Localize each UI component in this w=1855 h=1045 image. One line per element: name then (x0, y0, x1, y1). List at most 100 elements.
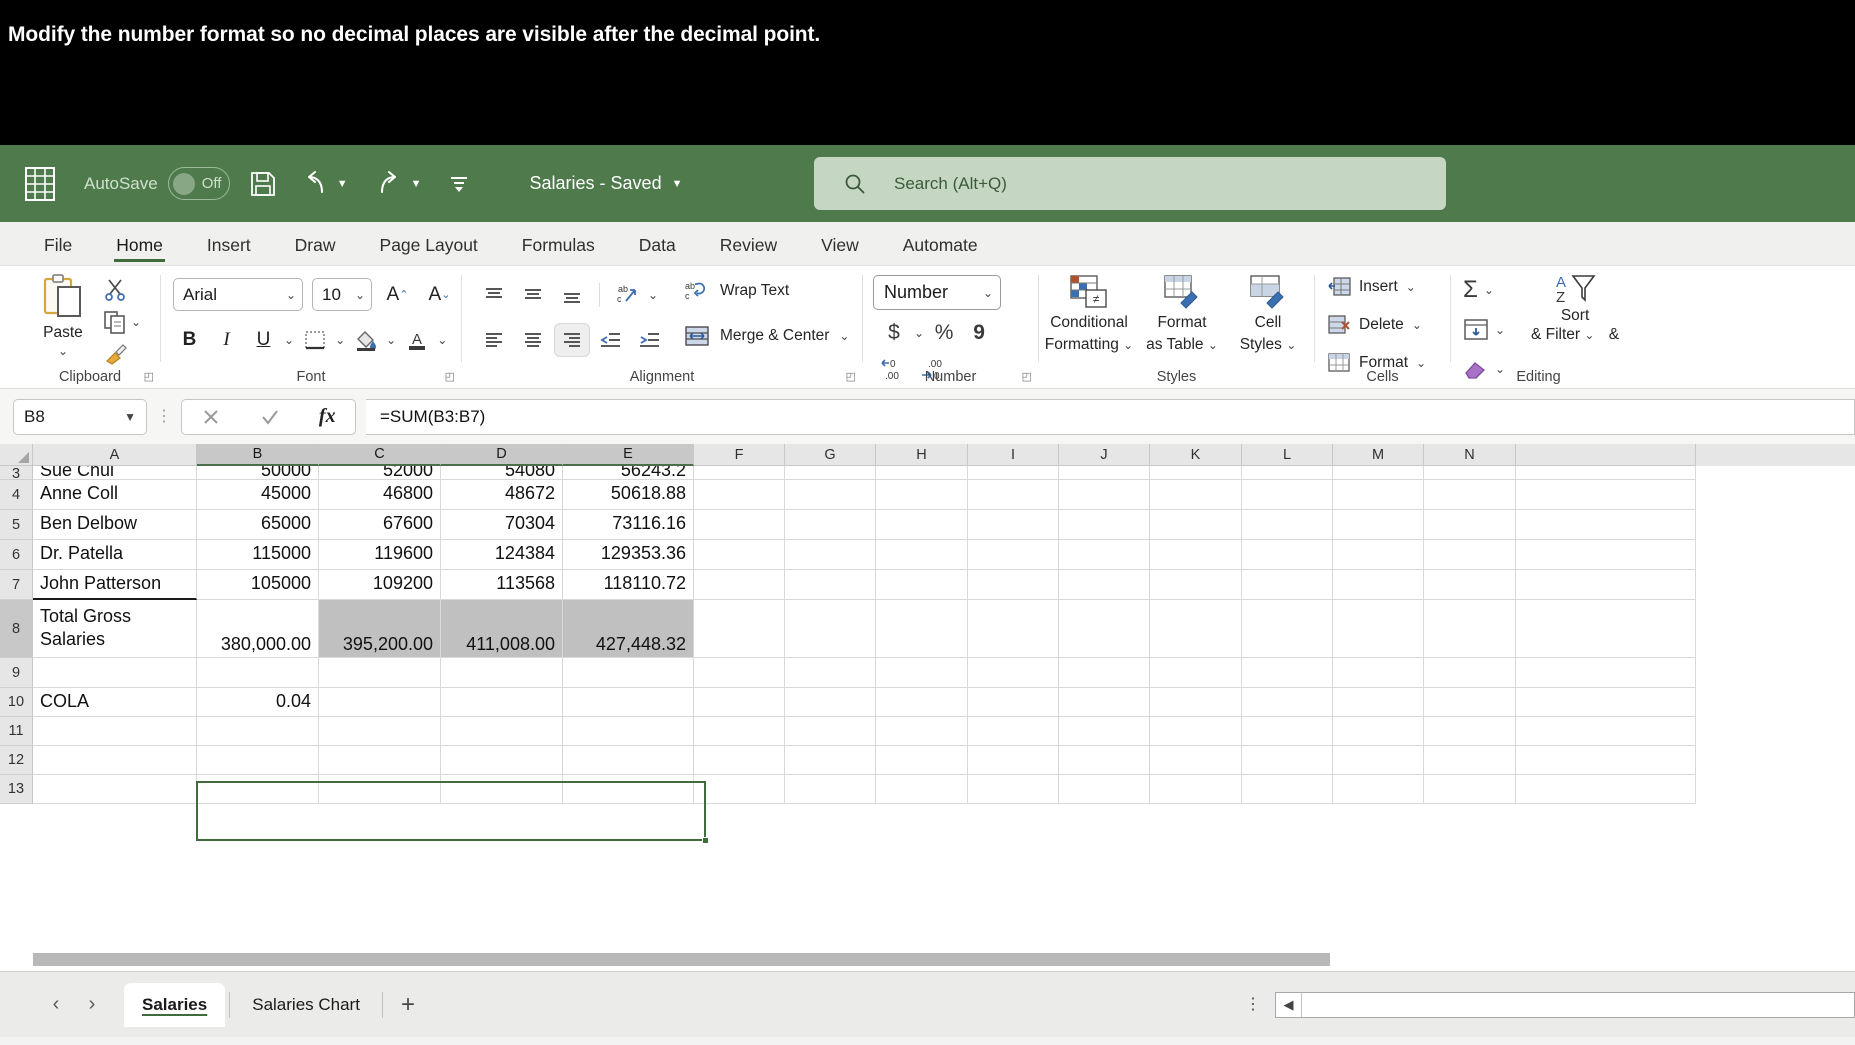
number-dialog-launcher-icon[interactable]: ◰ (1022, 370, 1032, 383)
cell-k12[interactable] (1150, 746, 1242, 775)
cell-d8[interactable]: 411,008.00 (441, 600, 563, 658)
cell-i5[interactable] (968, 510, 1059, 540)
paste-button[interactable]: Paste ⌄ (24, 274, 102, 358)
cell-d6[interactable]: 124384 (441, 540, 563, 570)
document-title[interactable]: Salaries - Saved ▼ (530, 173, 683, 194)
fill-button[interactable]: ⌄ (1463, 318, 1505, 342)
sheet-options-icon[interactable]: ⋮ (1231, 997, 1275, 1013)
cell-g11[interactable] (785, 717, 876, 746)
comma-format-button[interactable]: 9 (964, 318, 994, 348)
cell-d9[interactable] (441, 658, 563, 688)
cell-i10[interactable] (968, 688, 1059, 717)
name-box[interactable]: B8 ▼ (13, 398, 147, 435)
cell-l7[interactable] (1242, 570, 1333, 600)
align-right-icon[interactable] (554, 323, 590, 357)
name-box-dropdown-icon[interactable]: ▼ (124, 410, 136, 424)
undo-icon[interactable] (302, 170, 328, 197)
column-header-c[interactable]: C (319, 444, 441, 466)
borders-icon[interactable] (298, 323, 331, 356)
cell-g8[interactable] (785, 600, 876, 658)
cell-a9[interactable] (33, 658, 197, 688)
enter-icon[interactable] (260, 407, 280, 427)
row-header-9[interactable]: 9 (0, 658, 33, 688)
cell-b9[interactable] (197, 658, 319, 688)
orientation-dropdown-icon[interactable]: ⌄ (648, 288, 658, 302)
cell-j6[interactable] (1059, 540, 1150, 570)
row-header-10[interactable]: 10 (0, 688, 33, 717)
cell-f5[interactable] (694, 510, 785, 540)
cell-g10[interactable] (785, 688, 876, 717)
cell-f8[interactable] (694, 600, 785, 658)
cell-o4[interactable] (1516, 480, 1696, 510)
column-header-m[interactable]: M (1333, 444, 1424, 466)
column-header-e[interactable]: E (563, 444, 694, 466)
add-sheet-button[interactable]: + (387, 991, 429, 1019)
cell-m3[interactable] (1333, 466, 1424, 480)
cell-h8[interactable] (876, 600, 968, 658)
fill-handle[interactable] (702, 837, 709, 844)
tab-page-layout[interactable]: Page Layout (358, 235, 500, 265)
cell-d12[interactable] (441, 746, 563, 775)
cell-j11[interactable] (1059, 717, 1150, 746)
sort-filter-dropdown-icon[interactable]: ⌄ (1584, 328, 1594, 342)
cell-e7[interactable]: 118110.72 (563, 570, 694, 600)
cell-h11[interactable] (876, 717, 968, 746)
cancel-icon[interactable] (201, 407, 221, 427)
cell-f7[interactable] (694, 570, 785, 600)
increase-indent-icon[interactable] (632, 323, 668, 357)
cell-c13[interactable] (319, 775, 441, 804)
cell-j5[interactable] (1059, 510, 1150, 540)
cell-n9[interactable] (1424, 658, 1516, 688)
quick-access-more-icon[interactable] (448, 174, 470, 194)
cell-b10[interactable]: 0.04 (197, 688, 319, 717)
cell-c9[interactable] (319, 658, 441, 688)
cell-h7[interactable] (876, 570, 968, 600)
cell-n10[interactable] (1424, 688, 1516, 717)
cell-a5[interactable]: Ben Delbow (33, 510, 197, 540)
autosave-toggle[interactable]: Off (167, 167, 230, 200)
cell-o10[interactable] (1516, 688, 1696, 717)
cell-l4[interactable] (1242, 480, 1333, 510)
cell-h3[interactable] (876, 466, 968, 480)
cell-m13[interactable] (1333, 775, 1424, 804)
autosum-dropdown-icon[interactable]: ⌄ (1484, 283, 1494, 297)
cell-l10[interactable] (1242, 688, 1333, 717)
cell-g7[interactable] (785, 570, 876, 600)
cell-n7[interactable] (1424, 570, 1516, 600)
cell-m5[interactable] (1333, 510, 1424, 540)
row-header-4[interactable]: 4 (0, 480, 33, 510)
cell-e6[interactable]: 129353.36 (563, 540, 694, 570)
cell-a10[interactable]: COLA (33, 688, 197, 717)
cell-e8[interactable]: 427,448.32 (563, 600, 694, 658)
formula-bar-options-icon[interactable]: ⋮ (147, 408, 181, 424)
cell-h4[interactable] (876, 480, 968, 510)
cell-o7[interactable] (1516, 570, 1696, 600)
tab-home[interactable]: Home (94, 235, 185, 265)
cell-o11[interactable] (1516, 717, 1696, 746)
cell-k3[interactable] (1150, 466, 1242, 480)
cell-a13[interactable] (33, 775, 197, 804)
align-left-icon[interactable] (476, 323, 512, 357)
cell-a8[interactable]: Total Gross Salaries (33, 600, 197, 658)
cell-l3[interactable] (1242, 466, 1333, 480)
cell-g5[interactable] (785, 510, 876, 540)
cell-e9[interactable] (563, 658, 694, 688)
cell-f12[interactable] (694, 746, 785, 775)
delete-cells-button[interactable]: Delete ⌄ (1327, 314, 1422, 336)
cell-n6[interactable] (1424, 540, 1516, 570)
clipboard-dialog-launcher-icon[interactable]: ◰ (144, 370, 154, 383)
cell-n12[interactable] (1424, 746, 1516, 775)
wrap-text-button[interactable]: ab c Wrap Text (684, 279, 789, 303)
cell-m9[interactable] (1333, 658, 1424, 688)
autosum-button[interactable]: Σ ⌄ (1463, 276, 1494, 304)
cell-j7[interactable] (1059, 570, 1150, 600)
cell-i13[interactable] (968, 775, 1059, 804)
conditional-formatting-dropdown-icon[interactable]: ⌄ (1123, 338, 1133, 352)
column-header-l[interactable]: L (1242, 444, 1333, 466)
row-header-8[interactable]: 8 (0, 600, 33, 658)
tab-data[interactable]: Data (617, 235, 698, 265)
italic-button[interactable]: I (210, 323, 243, 356)
cell-j10[interactable] (1059, 688, 1150, 717)
cell-l13[interactable] (1242, 775, 1333, 804)
tab-view[interactable]: View (799, 235, 881, 265)
